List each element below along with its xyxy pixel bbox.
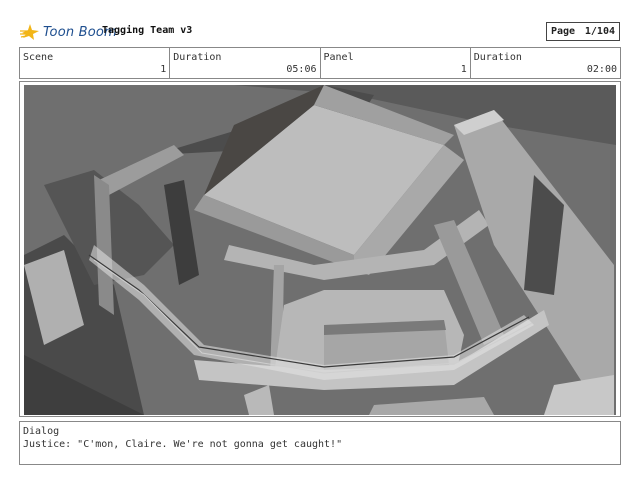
dialog-box: Dialog Justice: "C'mon, Claire. We're no… <box>19 421 621 465</box>
panel-duration-cell: Duration 02:00 <box>471 48 620 78</box>
scene-label: Scene <box>23 52 54 63</box>
panel-duration-label: Duration <box>473 52 522 63</box>
panel-info-bar: Scene 1 Duration 05:06 Panel 1 Duration … <box>19 47 621 79</box>
scene-duration-label: Duration <box>173 52 222 63</box>
document-title: Tagging Team v3 <box>102 25 193 36</box>
scene-duration-value: 05:06 <box>286 64 317 75</box>
toon-boom-star-icon <box>20 24 39 40</box>
page-label: Page <box>551 26 576 37</box>
scene-cell: Scene 1 <box>20 48 171 78</box>
page-header: Toon Boom Tagging Team v3 Page 1/104 <box>20 22 620 44</box>
panel-cell: Panel 1 <box>321 48 471 78</box>
panel-duration-value: 02:00 <box>586 64 617 75</box>
dialog-label: Dialog <box>23 426 60 437</box>
storyboard-panel-frame <box>19 81 621 417</box>
page-indicator: Page 1/104 <box>546 22 620 41</box>
dialog-text: Justice: "C'mon, Claire. We're not gonna… <box>23 439 343 450</box>
panel-value: 1 <box>460 64 467 75</box>
panel-label: Panel <box>323 52 354 63</box>
storyboard-panel-image <box>24 85 616 415</box>
page-number: 1/104 <box>584 26 615 37</box>
scene-value: 1 <box>160 64 167 75</box>
scene-duration-cell: Duration 05:06 <box>170 48 321 78</box>
